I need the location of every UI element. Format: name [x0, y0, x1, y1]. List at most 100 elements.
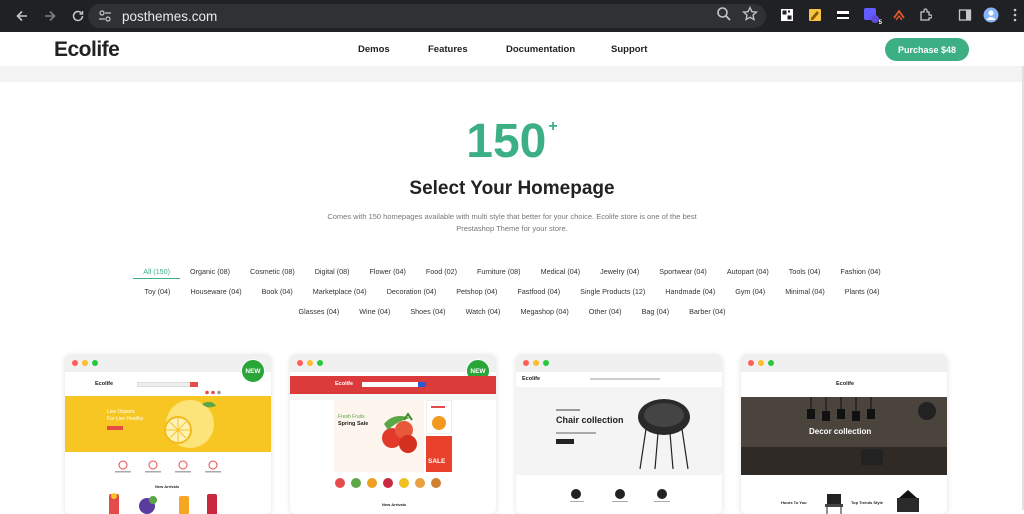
purchase-button[interactable]: Purchase $48 [885, 38, 969, 61]
filter-book[interactable]: Book (04) [252, 287, 303, 296]
preview-banner: Live Organic For Live Healthy [65, 396, 271, 452]
notes-extension-icon[interactable] [806, 6, 824, 24]
filter-jewelry[interactable]: Jewelry (04) [590, 267, 649, 279]
filter-wine[interactable]: Wine (04) [349, 307, 400, 316]
window-dot-red [748, 360, 754, 366]
preview-category-icons [335, 478, 441, 488]
filter-all[interactable]: All (150) [133, 267, 181, 279]
filter-bag[interactable]: Bag (04) [632, 307, 680, 316]
filter-houseware[interactable]: Houseware (04) [180, 287, 251, 296]
filter-petshop[interactable]: Petshop (04) [446, 287, 507, 296]
filter-plants[interactable]: Plants (04) [835, 287, 890, 296]
filter-fashion[interactable]: Fashion (04) [830, 267, 890, 279]
window-dot-green [92, 360, 98, 366]
window-dot-red [297, 360, 303, 366]
filter-shoes[interactable]: Shoes (04) [400, 307, 455, 316]
preview-search-button [418, 382, 426, 387]
forward-icon[interactable] [36, 2, 64, 30]
demo-card[interactable]: NEW Ecolife Fresh Fruits Spring Sale SAL… [290, 354, 496, 514]
preview-banner-button [556, 439, 574, 444]
side-panel-icon[interactable] [956, 6, 974, 24]
logo-text: Ecolife [54, 38, 120, 61]
menu-features[interactable]: Features [428, 44, 468, 55]
section-heading: Select Your Homepage [409, 178, 615, 199]
filter-flower[interactable]: Flower (04) [360, 267, 416, 279]
filter-megashop[interactable]: Megashop (04) [510, 307, 578, 316]
filter-single-products[interactable]: Single Products (12) [570, 287, 655, 296]
preview-banner: Decor collection [741, 397, 947, 475]
back-icon[interactable] [8, 2, 36, 30]
stripe-extension-icon[interactable]: 5 [862, 6, 882, 26]
browser-menu-icon[interactable] [1006, 6, 1024, 24]
filter-cosmetic[interactable]: Cosmetic (08) [240, 267, 305, 279]
preview-banner-button [107, 426, 123, 430]
card-preview: Ecolife Chair collection [516, 372, 722, 514]
preview-search [137, 382, 197, 387]
decor-illustration [741, 397, 947, 475]
filter-digital[interactable]: Digital (08) [305, 267, 360, 279]
preview-logo: Ecolife [95, 381, 114, 387]
window-dot-red [523, 360, 529, 366]
preview-header-bar: Ecolife [290, 376, 496, 394]
menu-support[interactable]: Support [611, 44, 647, 55]
demo-card[interactable]: Ecolife Decor collection Hours To You To… [741, 354, 947, 514]
preview-banner-text-line [556, 432, 596, 434]
filter-other[interactable]: Other (04) [579, 307, 632, 316]
extensions-puzzle-icon[interactable] [916, 6, 934, 24]
homepage-count: 150 + [0, 114, 1024, 169]
menu-documentation[interactable]: Documentation [506, 44, 575, 55]
preview-feature-icons [570, 489, 670, 502]
filter-marketplace[interactable]: Marketplace (04) [303, 287, 377, 296]
preview-banner-title: Live Organic [107, 409, 136, 415]
filter-decoration[interactable]: Decoration (04) [377, 287, 447, 296]
menu-demos[interactable]: Demos [358, 44, 390, 55]
preview-banner-title: Decor collection [809, 427, 872, 436]
address-bar[interactable]: posthemes.com [88, 4, 766, 28]
demo-card[interactable]: NEW Ecolife Live Organic For Live Health… [65, 354, 271, 514]
flag-extension-icon[interactable] [834, 6, 852, 24]
filter-minimal[interactable]: Minimal (04) [775, 287, 835, 296]
site-header: Ecolife Demos Features Documentation Sup… [0, 32, 1024, 66]
zoom-icon[interactable] [716, 6, 732, 27]
filter-handmade[interactable]: Handmade (04) [655, 287, 725, 296]
filter-tools[interactable]: Tools (04) [779, 267, 831, 279]
demo-card[interactable]: Ecolife Chair collection [516, 354, 722, 514]
filter-gym[interactable]: Gym (04) [725, 287, 775, 296]
bookmark-star-icon[interactable] [741, 5, 759, 27]
preview-banner-kicker [556, 409, 580, 411]
profile-avatar-icon[interactable] [982, 6, 1000, 24]
site-info-icon[interactable] [96, 7, 114, 25]
filter-autopart[interactable]: Autopart (04) [717, 267, 779, 279]
card-preview: Ecolife Fresh Fruits Spring Sale SALE Ne… [290, 372, 496, 514]
header-divider-band [0, 66, 1024, 82]
preview-lamp-product [897, 490, 919, 512]
filter-sportwear[interactable]: Sportwear (04) [649, 267, 717, 279]
window-dot-yellow [307, 360, 313, 366]
filter-fastfood[interactable]: Fastfood (04) [507, 287, 570, 296]
window-dot-yellow [758, 360, 764, 366]
filter-food[interactable]: Food (02) [416, 267, 467, 279]
filter-watch[interactable]: Watch (04) [456, 307, 511, 316]
filter-toy[interactable]: Toy (04) [134, 287, 180, 296]
filter-furniture[interactable]: Furniture (08) [467, 267, 531, 279]
chair-illustration [638, 399, 690, 470]
browser-toolbar: posthemes.com 5 [0, 0, 1024, 32]
preview-section-1: Hours To You [781, 500, 807, 505]
window-dot-red [72, 360, 78, 366]
filter-medical[interactable]: Medical (04) [531, 267, 591, 279]
site-logo[interactable]: Ecolife [54, 38, 120, 62]
extension-badge: 5 [878, 20, 882, 26]
filter-organic[interactable]: Organic (08) [180, 267, 240, 279]
preview-menu-line [590, 378, 660, 380]
preview-section-title: New Arrivals [155, 484, 180, 489]
filter-glasses[interactable]: Glasses (04) [288, 307, 349, 316]
url-text[interactable]: posthemes.com [122, 9, 217, 24]
preview-search [362, 382, 424, 387]
filter-row-1: All (150) Organic (08) Cosmetic (08) Dig… [60, 267, 964, 279]
qr-extension-icon[interactable] [778, 6, 796, 24]
orange-extension-icon[interactable] [890, 6, 908, 24]
window-dot-yellow [533, 360, 539, 366]
preview-search-button [190, 382, 198, 387]
filter-barber[interactable]: Barber (04) [679, 307, 735, 316]
filter-row-2: Toy (04) Houseware (04) Book (04) Market… [60, 287, 964, 296]
